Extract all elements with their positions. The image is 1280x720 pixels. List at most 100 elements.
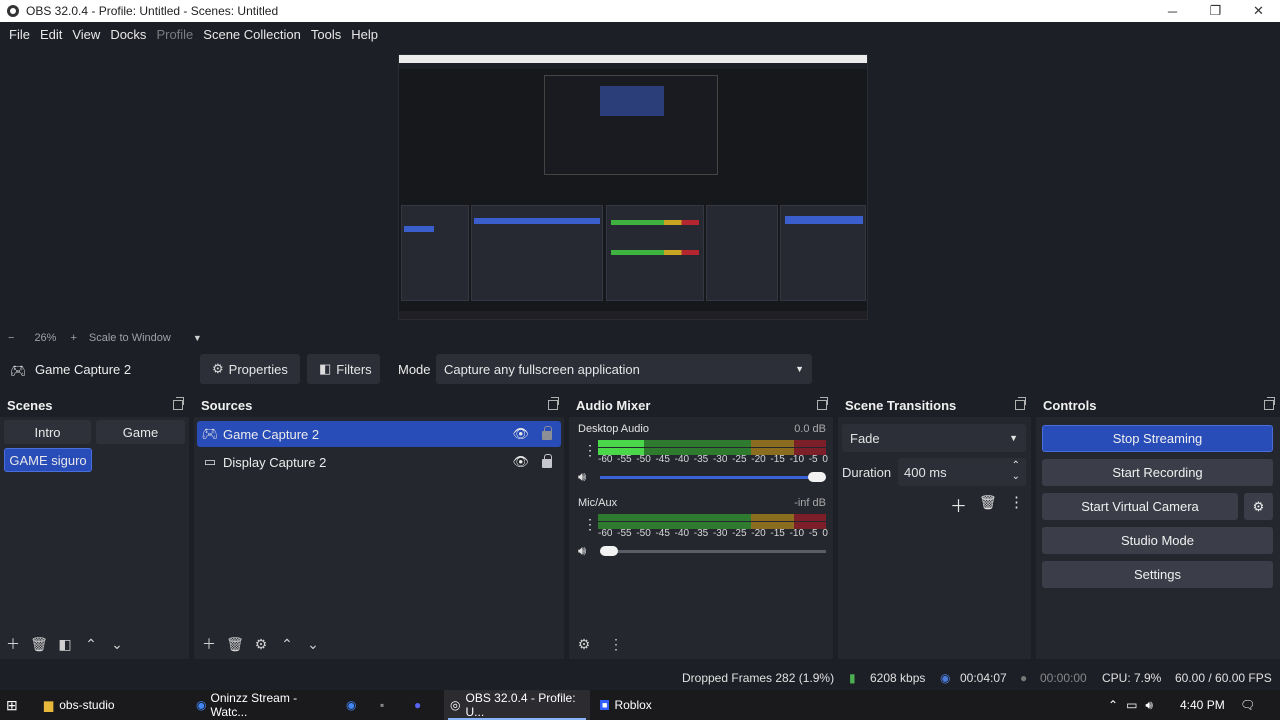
more-options-icon[interactable]: ⋮ bbox=[603, 636, 629, 653]
taskbar-label: Oninzz Stream - Watc... bbox=[210, 691, 298, 719]
undock-icon[interactable] bbox=[817, 397, 828, 410]
volume-slider[interactable] bbox=[600, 546, 826, 556]
source-properties-icon[interactable]: ⚙ bbox=[248, 636, 274, 653]
system-tray[interactable]: ⌃ ▭ 🔊︎ bbox=[1108, 690, 1178, 720]
zoom-value: 26% bbox=[34, 331, 57, 344]
chevron-up-icon[interactable]: ⌃ bbox=[1108, 698, 1118, 712]
studio-mode-button[interactable]: Studio Mode bbox=[1042, 527, 1273, 554]
visibility-eye-icon[interactable]: 👁︎ bbox=[512, 454, 529, 470]
scene-filters-icon[interactable]: ◧ bbox=[52, 636, 78, 653]
menu-profile[interactable]: Profile bbox=[151, 27, 198, 42]
notifications-button[interactable]: 🗨︎ bbox=[1240, 690, 1264, 720]
meter-scale: -60 -55 -50 -45 -40 -35 -30 -25 -20 -15 -10 -5 0 bbox=[598, 528, 828, 539]
cpu-usage: CPU: 7.9% bbox=[1102, 671, 1162, 685]
properties-label: Properties bbox=[228, 361, 288, 377]
move-up-icon[interactable]: ⌃ bbox=[274, 636, 300, 653]
taskbar-chrome-window[interactable]: ◉ Oninzz Stream - Watc... bbox=[192, 690, 334, 720]
chrome-icon: ◉ bbox=[196, 698, 207, 712]
lock-icon[interactable] bbox=[542, 454, 552, 468]
taskbar-discord[interactable]: ● bbox=[414, 690, 436, 720]
source-row[interactable]: ▭ Display Capture 2 👁︎ bbox=[197, 449, 561, 475]
preview-stop-streaming bbox=[785, 216, 863, 224]
controls-dock: Controls Stop Streaming Start Recording … bbox=[1036, 394, 1280, 659]
volume-slider[interactable] bbox=[600, 472, 826, 482]
menu-edit[interactable]: Edit bbox=[35, 27, 67, 42]
preview-window-menubar bbox=[399, 63, 867, 69]
undock-icon[interactable] bbox=[1264, 397, 1275, 410]
channel-menu-icon[interactable]: ⋮ bbox=[583, 516, 597, 533]
lock-icon[interactable] bbox=[542, 426, 552, 440]
transition-menu-icon[interactable]: ⋮ bbox=[1009, 493, 1024, 511]
taskbar-app-pinned[interactable]: ▪ bbox=[380, 690, 402, 720]
meter-tick-label: -5 bbox=[808, 454, 818, 465]
menu-file[interactable]: File bbox=[4, 27, 35, 42]
speaker-icon[interactable]: 🔊︎ bbox=[578, 543, 586, 559]
chrome-icon: ◉ bbox=[346, 698, 357, 712]
menu-tools[interactable]: Tools bbox=[306, 27, 346, 42]
start-button[interactable]: ⊞ bbox=[6, 690, 28, 720]
undock-icon[interactable] bbox=[548, 397, 559, 410]
sources-header: Sources bbox=[194, 394, 564, 417]
remove-transition-icon[interactable]: 🗑︎ bbox=[979, 494, 997, 511]
zoom-out-button[interactable]: − bbox=[8, 332, 14, 344]
volume-icon[interactable]: 🔊︎ bbox=[1145, 698, 1153, 713]
restore-icon[interactable]: ❐ bbox=[1194, 0, 1237, 22]
menu-scene-collection[interactable]: Scene Collection bbox=[198, 27, 306, 42]
properties-button[interactable]: ⚙ Properties bbox=[200, 354, 300, 384]
slider-handle[interactable] bbox=[600, 546, 618, 556]
settings-button[interactable]: Settings bbox=[1042, 561, 1273, 588]
network-icon[interactable]: ▭ bbox=[1126, 698, 1137, 712]
advanced-audio-icon[interactable]: ⚙ bbox=[571, 636, 597, 653]
scene-intro[interactable]: Intro bbox=[4, 420, 91, 444]
zoom-in-button[interactable]: + bbox=[70, 332, 76, 344]
taskbar-roblox[interactable]: ■ Roblox bbox=[596, 690, 666, 720]
speaker-icon[interactable]: 🔊︎ bbox=[578, 469, 586, 485]
visibility-eye-icon[interactable]: 👁︎ bbox=[512, 426, 529, 442]
scale-mode-label[interactable]: Scale to Window bbox=[89, 332, 171, 344]
preview-meter-2 bbox=[611, 250, 699, 255]
meter-tick-label: -45 bbox=[655, 528, 670, 539]
taskbar-label: obs-studio bbox=[59, 698, 115, 712]
meter-tick-label: -20 bbox=[751, 528, 766, 539]
gear-icon: ⚙ bbox=[212, 361, 224, 376]
slider-handle[interactable] bbox=[808, 472, 826, 482]
transition-select[interactable]: Fade ▼ bbox=[842, 424, 1026, 452]
source-row[interactable]: 🎮︎ Game Capture 2 👁︎ bbox=[197, 421, 561, 447]
stop-streaming-button[interactable]: Stop Streaming bbox=[1042, 425, 1273, 452]
menu-docks[interactable]: Docks bbox=[105, 27, 151, 42]
menu-help[interactable]: Help bbox=[346, 27, 383, 42]
add-scene-icon[interactable]: ＋ bbox=[0, 634, 26, 654]
taskbar-chrome-pinned[interactable]: ◉ bbox=[346, 690, 368, 720]
remove-scene-icon[interactable]: 🗑︎ bbox=[26, 636, 52, 653]
close-icon[interactable]: ✕ bbox=[1237, 0, 1280, 22]
channel-menu-icon[interactable]: ⋮ bbox=[583, 442, 597, 459]
move-down-icon[interactable]: ⌄ bbox=[104, 636, 130, 653]
start-recording-button[interactable]: Start Recording bbox=[1042, 459, 1273, 486]
add-source-icon[interactable]: ＋ bbox=[196, 634, 222, 654]
move-down-icon[interactable]: ⌄ bbox=[300, 636, 326, 653]
spin-arrows-icon[interactable]: ⌃ ⌄ bbox=[1012, 460, 1020, 482]
add-transition-icon[interactable]: ＋ bbox=[950, 492, 967, 517]
taskbar-obs-studio-folder[interactable]: ▆ obs-studio bbox=[40, 690, 180, 720]
scene-game[interactable]: Game bbox=[96, 420, 185, 444]
zoom-bar: − 26% + Scale to Window ▼ bbox=[0, 329, 1280, 346]
clock[interactable]: 4:40 PM bbox=[1180, 690, 1226, 720]
remove-source-icon[interactable]: 🗑︎ bbox=[222, 636, 248, 653]
mode-select[interactable]: Capture any fullscreen application ▼ bbox=[436, 354, 812, 384]
virtual-camera-settings-button[interactable]: ⚙ bbox=[1244, 493, 1273, 520]
scene-game-siguro[interactable]: GAME siguro bbox=[4, 448, 92, 472]
taskbar-obs-window[interactable]: ◎ OBS 32.0.4 - Profile: U... bbox=[444, 690, 590, 720]
notification-icon: 🗨︎ bbox=[1240, 698, 1256, 712]
minimize-icon[interactable]: ─ bbox=[1151, 0, 1194, 22]
undock-icon[interactable] bbox=[1015, 397, 1026, 410]
program-preview[interactable] bbox=[398, 54, 868, 320]
menu-view[interactable]: View bbox=[67, 27, 105, 42]
duration-spinbox[interactable]: 400 ms ⌃ ⌄ bbox=[898, 458, 1026, 486]
gamepad-icon: 🎮︎ bbox=[10, 363, 27, 378]
filters-button[interactable]: ◧ Filters bbox=[307, 354, 380, 384]
move-up-icon[interactable]: ⌃ bbox=[78, 636, 104, 653]
scale-dropdown-icon[interactable]: ▼ bbox=[193, 333, 202, 343]
undock-icon[interactable] bbox=[173, 397, 184, 410]
window-title: OBS 32.0.4 - Profile: Untitled - Scenes:… bbox=[26, 4, 279, 18]
start-virtual-camera-button[interactable]: Start Virtual Camera bbox=[1042, 493, 1238, 520]
